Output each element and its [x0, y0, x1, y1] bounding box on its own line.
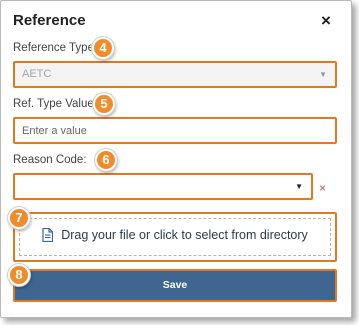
reason-code-select[interactable]: ▼ — [13, 173, 313, 200]
ref-type-value-field-wrapper — [13, 117, 337, 144]
reference-type-label: Reference Type: — [13, 42, 98, 54]
reference-dialog: Reference × Reference Type: AETC ▼ Ref. … — [0, 0, 352, 318]
callout-badge-5: 5 — [93, 93, 115, 115]
reference-type-value: AETC — [22, 68, 52, 80]
callout-badge-8: 8 — [8, 264, 30, 286]
ref-type-value-input[interactable] — [22, 119, 335, 142]
chevron-down-icon: ▼ — [295, 182, 303, 191]
callout-badge-7: 7 — [8, 207, 30, 229]
ref-type-value-label: Ref. Type Value: — [13, 98, 97, 110]
dropzone-content: Drag your file or click to select from d… — [15, 228, 335, 242]
reason-code-label: Reason Code: — [13, 154, 87, 166]
reference-type-select: AETC ▼ — [13, 61, 337, 88]
chevron-down-icon: ▼ — [319, 70, 327, 79]
document-icon — [42, 228, 54, 242]
callout-badge-6: 6 — [95, 149, 117, 171]
callout-badge-4: 4 — [92, 37, 114, 59]
close-icon[interactable]: × — [317, 11, 335, 31]
dialog-title: Reference — [13, 12, 86, 29]
clear-reason-code-icon[interactable]: × — [319, 181, 326, 195]
save-button[interactable]: Save — [13, 269, 337, 302]
dropzone-text: Drag your file or click to select from d… — [61, 228, 308, 242]
file-dropzone[interactable]: Drag your file or click to select from d… — [13, 212, 337, 262]
